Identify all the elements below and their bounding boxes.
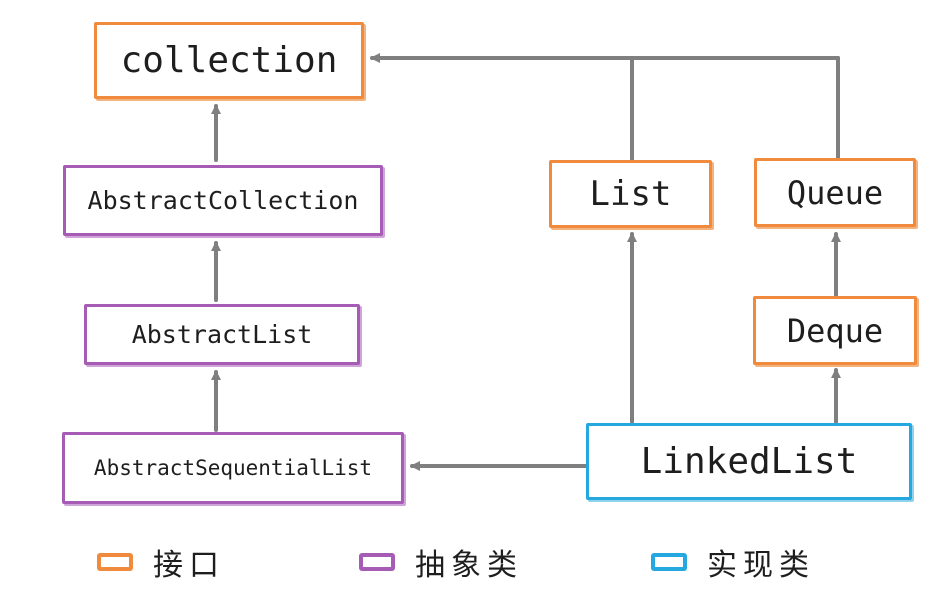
deque-node: Deque: [753, 296, 917, 365]
abstract-class-swatch: [359, 553, 395, 571]
abstractlist-label: AbstractList: [131, 320, 313, 349]
arrow-list-queue-to-collection: [370, 53, 634, 162]
abstractsequentiallist-node: AbstractSequentialList: [62, 432, 404, 504]
class-hierarchy-diagram: collection AbstractCollection AbstractLi…: [0, 0, 945, 595]
abstractcollection-label: AbstractCollection: [87, 186, 359, 215]
interface-swatch: [97, 553, 133, 571]
abstractsequentiallist-label: AbstractSequentialList: [93, 456, 373, 480]
abstractcollection-node: AbstractCollection: [63, 165, 383, 236]
list-label: List: [589, 174, 672, 214]
collection-label: collection: [120, 40, 338, 81]
legend-interface: 接口: [97, 540, 225, 584]
legend-abstract-class-label: 抽象类: [415, 548, 523, 583]
deque-label: Deque: [786, 311, 884, 350]
queue-label: Queue: [786, 173, 884, 212]
legend-interface-label: 接口: [153, 548, 225, 583]
list-node: List: [549, 160, 712, 228]
abstractlist-node: AbstractList: [84, 304, 360, 365]
implementation-class-swatch: [651, 553, 687, 571]
queue-node: Queue: [754, 158, 916, 227]
collection-node: collection: [94, 22, 364, 99]
linkedlist-node: LinkedList: [586, 423, 912, 500]
legend-implementation-class-label: 实现类: [707, 548, 815, 583]
legend-implementation-class: 实现类: [651, 540, 815, 584]
legend-abstract-class: 抽象类: [359, 540, 523, 584]
linkedlist-label: LinkedList: [640, 441, 858, 482]
